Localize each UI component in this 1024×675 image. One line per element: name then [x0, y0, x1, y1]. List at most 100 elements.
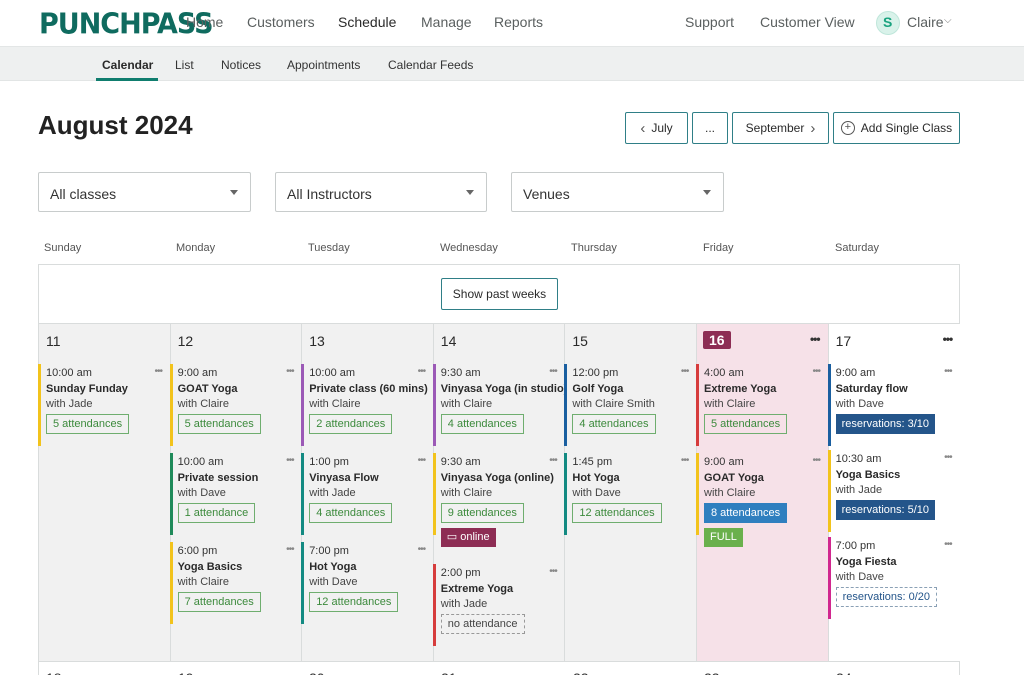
class-event[interactable]: 1:45 pm ••• Hot Yoga with Dave 12 attendance…: [564, 453, 696, 535]
class-event[interactable]: 1:00 pm ••• Vinyasa Flow with Jade 4 attenda…: [301, 453, 433, 535]
reservations-badge[interactable]: reservations: 3/10: [835, 414, 936, 434]
class-event[interactable]: 7:00 pm ••• Yoga Fiesta with Dave reservatio…: [827, 537, 960, 619]
class-event[interactable]: 9:00 am ••• Saturday flow with Dave reservat…: [827, 364, 960, 446]
class-event[interactable]: 10:00 am ••• Private session with Dave 1 att…: [169, 453, 302, 535]
more-options-icon[interactable]: •••: [418, 455, 426, 466]
class-event[interactable]: 7:00 pm ••• Hot Yoga with Dave 12 attendance…: [301, 542, 433, 624]
nav-manage[interactable]: Manage: [421, 14, 472, 30]
class-event[interactable]: 9:30 am ••• Vinyasa Yoga (in studio) with C…: [432, 364, 567, 446]
day-number[interactable]: 15: [572, 333, 588, 349]
class-color-bar: [696, 453, 699, 535]
more-options-icon[interactable]: •••: [810, 332, 821, 346]
class-event[interactable]: 9:30 am ••• Vinyasa Yoga (online) with Clai…: [432, 453, 565, 547]
day-number[interactable]: 17: [836, 333, 852, 349]
attendance-badge[interactable]: 12 attendances: [572, 503, 662, 523]
attendance-badge[interactable]: no attendance: [440, 614, 525, 634]
class-event[interactable]: 4:00 am ••• Extreme Yoga with Claire 5 atten…: [696, 364, 828, 446]
class-event[interactable]: 6:00 pm ••• Yoga Basics with Claire 7 attend…: [169, 542, 302, 624]
more-options-icon[interactable]: •••: [549, 566, 557, 577]
day-number[interactable]: 24: [836, 670, 852, 675]
add-single-class-button[interactable]: + Add Single Class: [833, 112, 960, 144]
attendance-badge[interactable]: 4 attendances: [572, 414, 656, 434]
more-options-icon[interactable]: •••: [812, 366, 820, 377]
more-options-icon[interactable]: •••: [549, 455, 557, 466]
attendance-badge[interactable]: 7 attendances: [177, 592, 261, 612]
more-options-icon[interactable]: •••: [812, 455, 820, 466]
day-cell[interactable]: 13 10:00 am ••• Private class (60 mins) with…: [301, 324, 434, 661]
more-options-icon[interactable]: •••: [286, 544, 294, 555]
day-cell[interactable]: 14 9:30 am ••• Vinyasa Yoga (in studio) with…: [432, 324, 567, 661]
attendance-badge[interactable]: 2 attendances: [309, 414, 393, 434]
day-number[interactable]: 18: [46, 670, 62, 675]
class-filter-select[interactable]: All classes: [38, 172, 251, 212]
user-name[interactable]: Claire: [907, 14, 944, 30]
day-number[interactable]: 11: [46, 333, 61, 349]
day-cell[interactable]: 17 ••• 9:00 am ••• Saturday flow with Dave res…: [827, 324, 961, 661]
more-options-icon[interactable]: •••: [944, 366, 952, 377]
day-number[interactable]: 21: [441, 670, 457, 675]
more-options-icon[interactable]: •••: [286, 455, 294, 466]
attendance-badge[interactable]: 4 attendances: [309, 503, 393, 523]
day-number[interactable]: 19: [178, 670, 194, 675]
attendance-badge[interactable]: 5 attendances: [704, 414, 788, 434]
event-time: 1:45 pm: [572, 456, 613, 468]
reservations-badge[interactable]: reservations: 5/10: [835, 500, 936, 520]
day-number[interactable]: 22: [573, 670, 589, 675]
day-cell[interactable]: 11 10:00 am ••• Sunday Funday with Jade 5 att…: [38, 324, 171, 661]
more-months-button[interactable]: ...: [692, 112, 728, 144]
class-event[interactable]: 9:00 am ••• GOAT Yoga with Claire 5 attendan…: [169, 364, 302, 446]
attendance-badge[interactable]: 5 attendances: [177, 414, 261, 434]
more-options-icon[interactable]: •••: [944, 452, 952, 463]
instructor-filter-select[interactable]: All Instructors: [275, 172, 487, 212]
more-options-icon[interactable]: •••: [549, 366, 557, 377]
nav-support[interactable]: Support: [685, 14, 734, 30]
more-options-icon[interactable]: •••: [681, 455, 689, 466]
attendance-badge[interactable]: 4 attendances: [440, 414, 524, 434]
day-number[interactable]: 12: [178, 333, 194, 349]
day-cell[interactable]: 15 12:00 pm ••• Golf Yoga with Claire Smith 4…: [564, 324, 697, 661]
reservations-badge[interactable]: reservations: 0/20: [835, 587, 938, 607]
day-cell[interactable]: 12 9:00 am ••• GOAT Yoga with Claire 5 attend…: [169, 324, 303, 661]
nav-reports[interactable]: Reports: [494, 14, 543, 30]
attendance-badge[interactable]: 1 attendance: [177, 503, 256, 523]
show-past-weeks-button[interactable]: Show past weeks: [441, 278, 558, 310]
attendance-badge[interactable]: 12 attendances: [309, 592, 399, 612]
class-event[interactable]: 10:00 am ••• Sunday Funday with Jade 5 atten…: [38, 364, 170, 446]
prev-month-button[interactable]: ‹ July: [625, 112, 688, 144]
more-options-icon[interactable]: •••: [418, 544, 426, 555]
nav-customer-view[interactable]: Customer View: [760, 14, 855, 30]
tab-calendar-feeds[interactable]: Calendar Feeds: [388, 58, 473, 72]
more-options-icon[interactable]: •••: [944, 539, 952, 550]
more-options-icon[interactable]: •••: [681, 366, 689, 377]
more-options-icon[interactable]: •••: [286, 366, 294, 377]
nav-home[interactable]: Home: [186, 14, 223, 30]
attendance-badge[interactable]: 9 attendances: [440, 503, 524, 523]
attendance-badge[interactable]: 8 attendances: [704, 503, 788, 523]
next-month-button[interactable]: September ›: [732, 112, 829, 144]
day-number[interactable]: 23: [704, 670, 720, 675]
day-cell[interactable]: 16 ••• 4:00 am ••• Extreme Yoga with Claire 5 …: [696, 324, 829, 661]
day-number[interactable]: 20: [309, 670, 325, 675]
more-options-icon[interactable]: •••: [418, 366, 426, 377]
class-event[interactable]: 9:00 am ••• GOAT Yoga with Claire 8 attendan…: [696, 453, 828, 547]
tab-appointments[interactable]: Appointments: [287, 58, 360, 72]
class-event[interactable]: 10:30 am ••• Yoga Basics with Jade reservati…: [827, 450, 960, 532]
more-options-icon[interactable]: •••: [943, 332, 954, 346]
nav-customers[interactable]: Customers: [247, 14, 315, 30]
day-number[interactable]: 14: [441, 333, 457, 349]
day-number[interactable]: 13: [309, 333, 325, 349]
tab-notices[interactable]: Notices: [221, 58, 261, 72]
venue-filter-select[interactable]: Venues: [511, 172, 724, 212]
user-avatar-icon[interactable]: S: [876, 11, 900, 35]
class-event[interactable]: 12:00 pm ••• Golf Yoga with Claire Smith 4 a…: [564, 364, 696, 446]
more-options-icon[interactable]: •••: [154, 366, 162, 377]
today-day-number[interactable]: 16: [703, 331, 731, 349]
tab-calendar[interactable]: Calendar: [102, 58, 153, 72]
sub-nav: Calendar List Notices Appointments Calen…: [0, 47, 1024, 81]
nav-schedule[interactable]: Schedule: [338, 14, 396, 30]
class-event[interactable]: 10:00 am ••• Private class (60 mins) with C…: [301, 364, 433, 446]
chevron-down-icon[interactable]: ⌵: [944, 15, 952, 26]
attendance-badge[interactable]: 5 attendances: [46, 414, 130, 434]
tab-list[interactable]: List: [175, 58, 194, 72]
class-event[interactable]: 2:00 pm ••• Extreme Yoga with Jade no attend…: [432, 564, 565, 646]
